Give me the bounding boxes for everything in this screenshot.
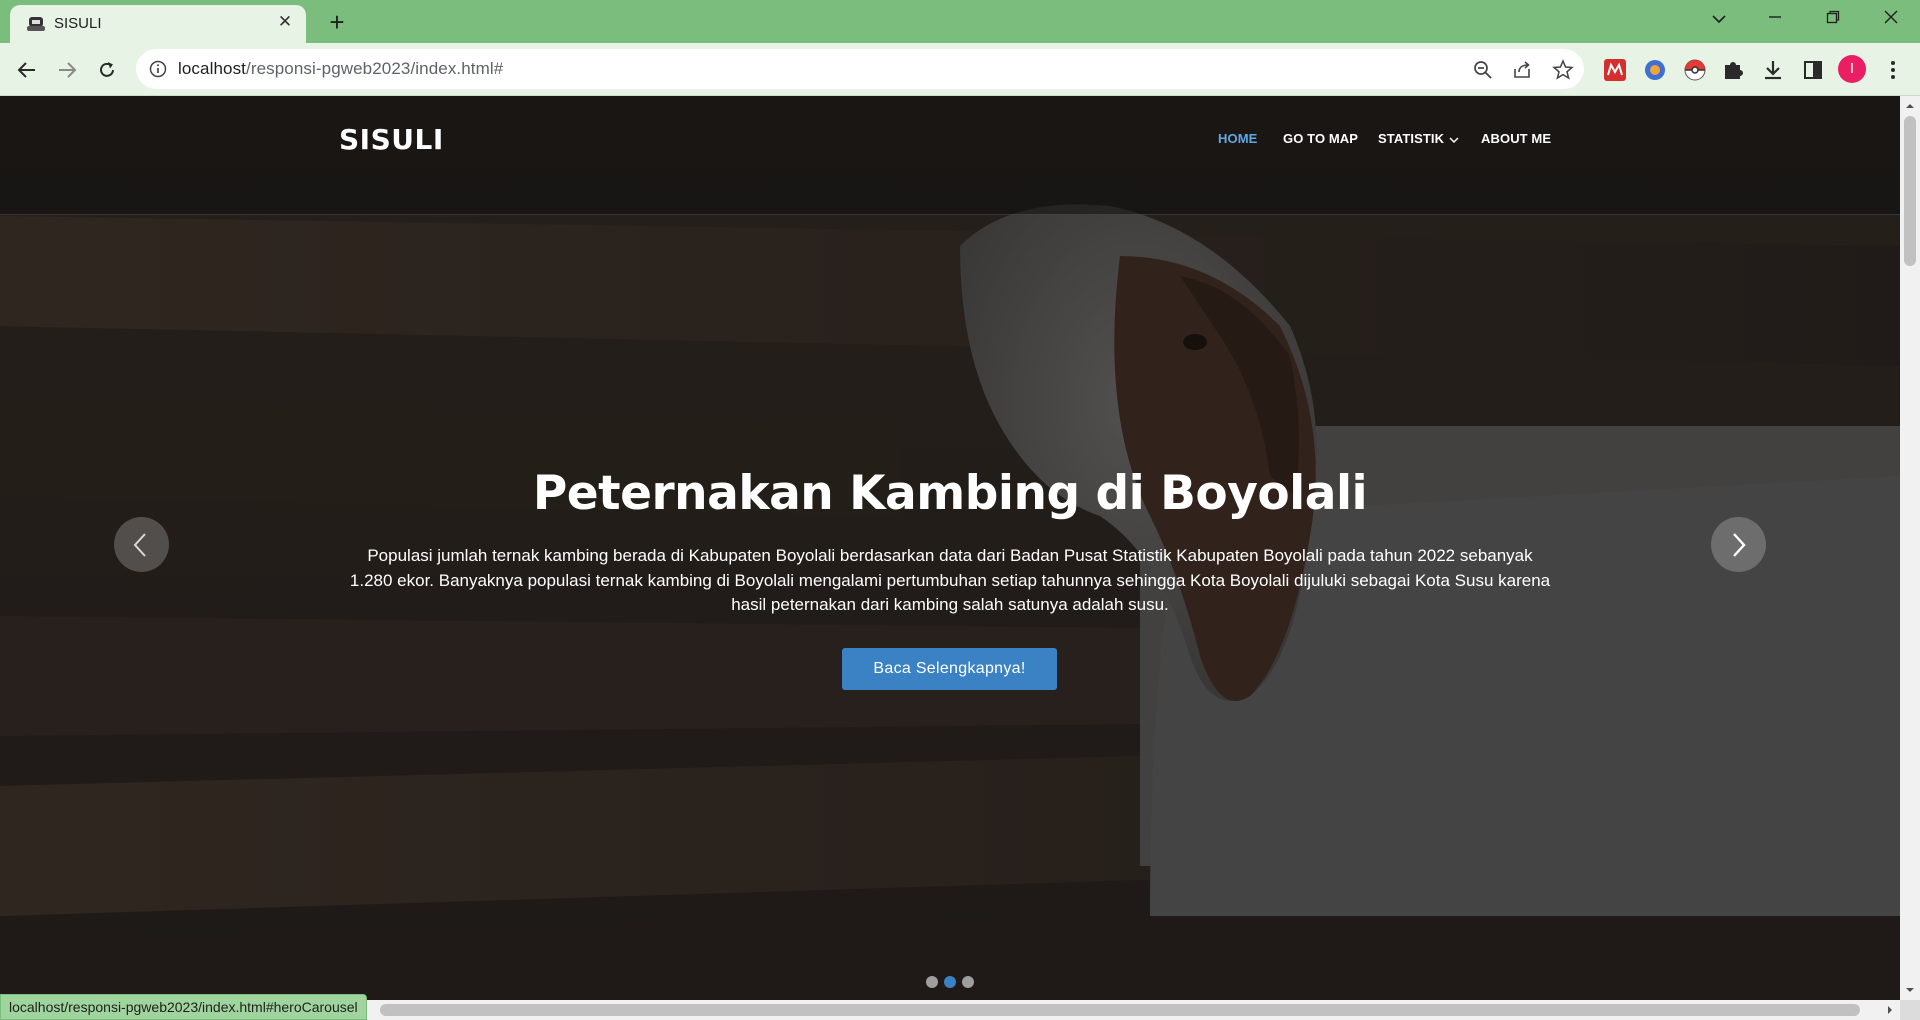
- carousel-next-button[interactable]: [1711, 517, 1766, 572]
- url-text[interactable]: localhost/responsi-pgweb2023/index.html#: [178, 59, 503, 79]
- horizontal-scroll-thumb[interactable]: [380, 1004, 1860, 1016]
- sidepanel-icon[interactable]: [1798, 55, 1828, 85]
- browser-tab[interactable]: SISULI ✕: [10, 5, 306, 43]
- new-tab-button[interactable]: +: [322, 8, 352, 38]
- zoom-icon[interactable]: [1470, 57, 1496, 83]
- site-favicon-icon: [27, 17, 45, 31]
- tab-close-icon[interactable]: ✕: [274, 11, 296, 33]
- vertical-scrollbar[interactable]: [1900, 96, 1920, 1000]
- vertical-scroll-thumb[interactable]: [1904, 116, 1916, 266]
- scrollbar-corner: [1900, 1000, 1920, 1020]
- address-bar[interactable]: localhost/responsi-pgweb2023/index.html#: [136, 49, 1584, 89]
- close-window-button[interactable]: [1876, 6, 1906, 34]
- hero-description: Populasi jumlah ternak kambing berada di…: [349, 546, 1551, 614]
- url-host: localhost: [178, 59, 246, 78]
- extension-red-icon[interactable]: [1600, 55, 1630, 85]
- site-logo[interactable]: SISULI: [339, 123, 444, 156]
- chevron-left-icon: [133, 533, 146, 557]
- menu-icon[interactable]: [1878, 55, 1908, 85]
- nav-about-me[interactable]: ABOUT ME: [1481, 131, 1551, 146]
- extension-pokeball-icon[interactable]: [1680, 55, 1710, 85]
- info-icon[interactable]: [148, 59, 168, 79]
- tab-title: SISULI: [54, 15, 102, 32]
- nav-statistik-label: STATISTIK: [1378, 131, 1445, 146]
- forward-icon[interactable]: [50, 53, 84, 87]
- back-icon[interactable]: [10, 53, 44, 87]
- chevron-right-icon: [1733, 533, 1746, 557]
- carousel-indicator-3[interactable]: [962, 976, 974, 988]
- share-icon[interactable]: [1510, 57, 1536, 83]
- extensions-icon[interactable]: [1718, 55, 1748, 85]
- page-viewport: SISULI HOME GO TO MAP STATISTIK ABOUT ME…: [0, 96, 1900, 1000]
- hero-title: Peternakan Kambing di Boyolali: [532, 466, 1368, 521]
- nav-home[interactable]: HOME: [1218, 131, 1257, 146]
- chevron-down-icon: [1449, 137, 1459, 143]
- scroll-up-icon[interactable]: [1904, 100, 1916, 112]
- profile-avatar[interactable]: I: [1838, 55, 1866, 83]
- star-icon[interactable]: [1550, 57, 1576, 83]
- tab-search-icon[interactable]: [1704, 6, 1734, 34]
- scroll-down-icon[interactable]: [1904, 984, 1916, 996]
- extension-shield-icon[interactable]: [1640, 55, 1670, 85]
- tab-strip: SISULI ✕ +: [0, 0, 1920, 43]
- carousel-indicator-1[interactable]: [926, 976, 938, 988]
- minimize-button[interactable]: [1760, 6, 1790, 34]
- carousel-prev-button[interactable]: [114, 517, 169, 572]
- link-status-bubble: localhost/responsi-pgweb2023/index.html#…: [0, 994, 367, 1020]
- restore-button[interactable]: [1818, 6, 1848, 34]
- nav-go-to-map[interactable]: GO TO MAP: [1283, 131, 1358, 146]
- download-icon[interactable]: [1758, 55, 1788, 85]
- carousel-indicator-2[interactable]: [944, 976, 956, 988]
- url-path: /responsi-pgweb2023/index.html#: [246, 59, 504, 78]
- browser-toolbar: localhost/responsi-pgweb2023/index.html#: [0, 43, 1920, 96]
- read-more-button[interactable]: Baca Selengkapnya!: [842, 648, 1057, 690]
- scroll-right-icon[interactable]: [1884, 1004, 1896, 1016]
- reload-icon[interactable]: [90, 53, 124, 87]
- nav-statistik[interactable]: STATISTIK: [1378, 131, 1459, 146]
- site-navbar: SISULI HOME GO TO MAP STATISTIK ABOUT ME: [0, 96, 1900, 215]
